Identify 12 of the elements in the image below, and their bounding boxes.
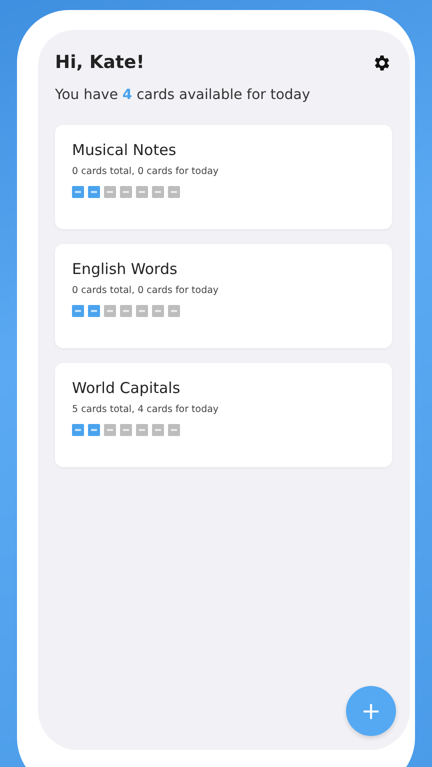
deck-stats: 0 cards total, 0 cards for today <box>72 285 220 296</box>
deck-title: English Words <box>72 260 178 278</box>
deck-card[interactable]: Musical Notes 0 cards total, 0 cards for today <box>55 125 392 229</box>
deck-stats: 5 cards total, 4 cards for today <box>72 404 220 415</box>
deck-title: World Capitals <box>72 379 182 397</box>
deck-card[interactable]: English Words 0 cards total, 0 cards for today <box>55 244 392 348</box>
deck-title: Musical Notes <box>72 141 178 159</box>
greeting: Hi, Kate! <box>55 52 144 73</box>
deck-stats: 0 cards total, 0 cards for today <box>72 166 220 177</box>
cards-available-text: You have 4 cards available for today <box>55 87 312 103</box>
settings-icon[interactable] <box>372 52 392 72</box>
deck-card[interactable]: World Capitals 5 cards total, 4 cards for today <box>55 363 392 467</box>
